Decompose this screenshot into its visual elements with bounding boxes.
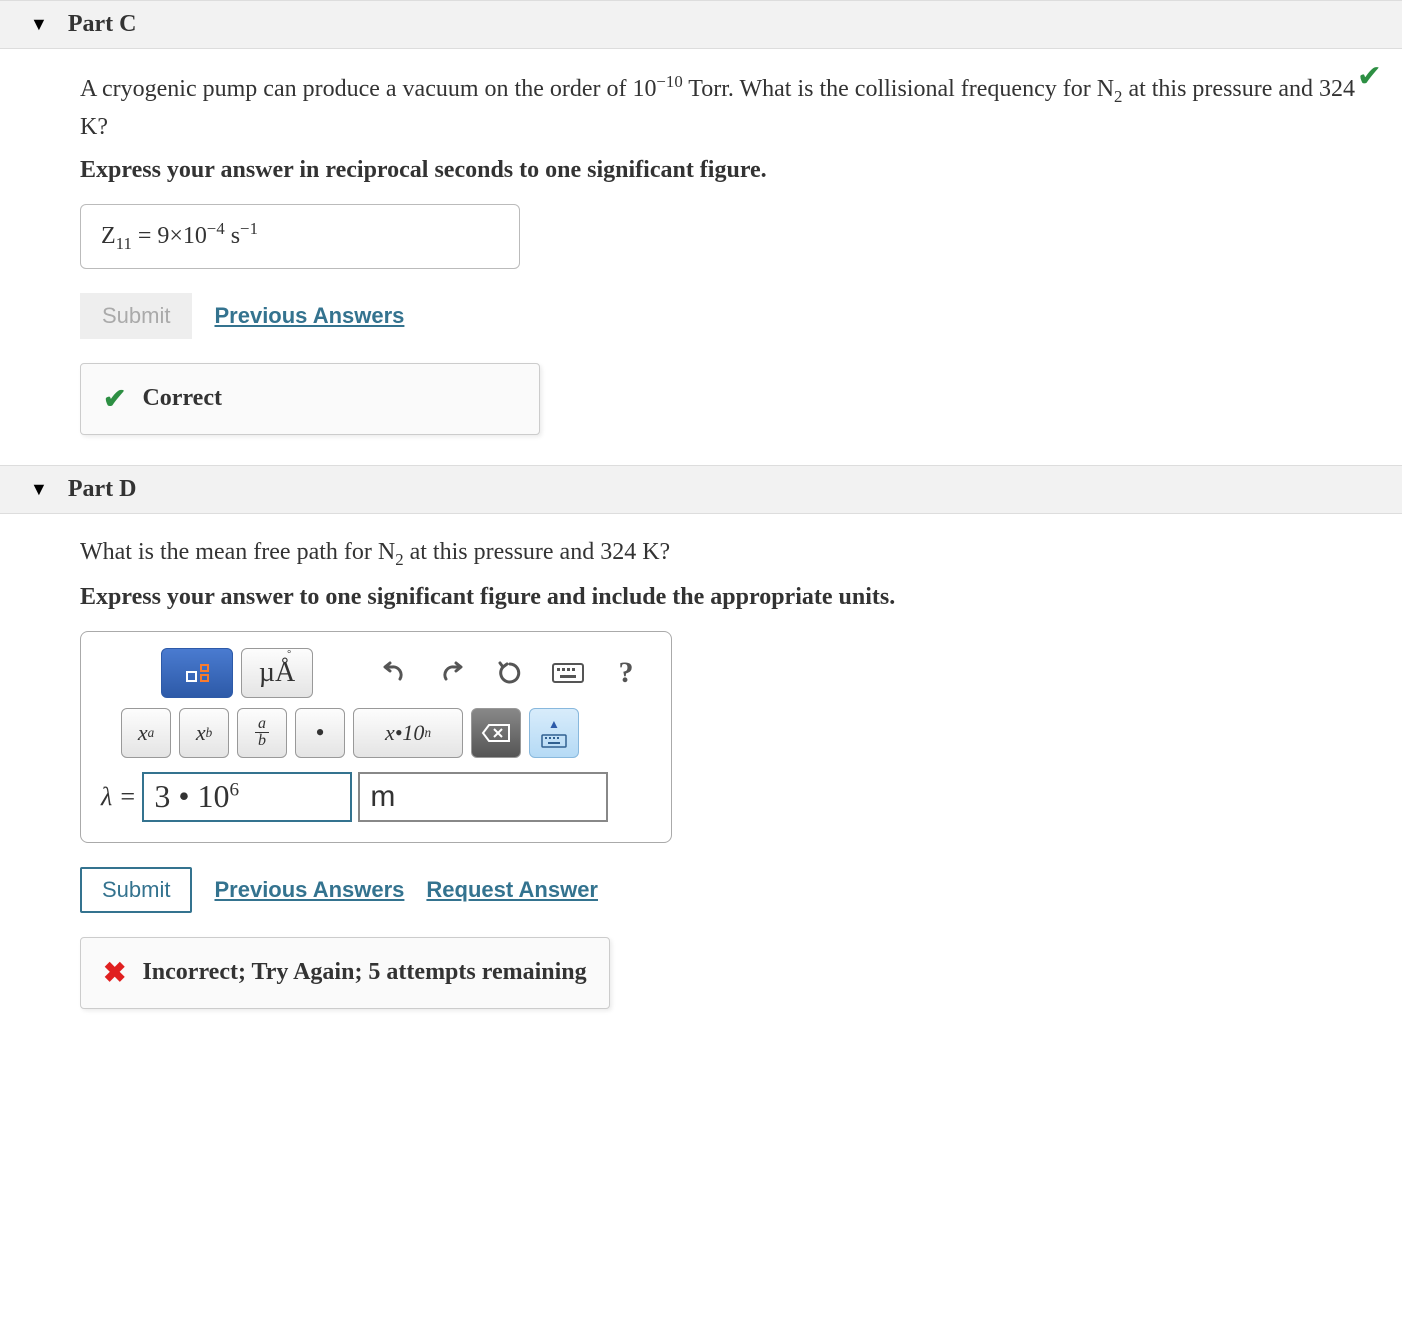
part-d-body: What is the mean free path for N2 at thi… [0, 514, 1402, 1039]
scientific-notation-button[interactable]: x•10n [353, 708, 463, 758]
units-button[interactable]: µÅ° [241, 648, 313, 698]
part-d-instruction: Express your answer to one significant f… [80, 584, 1382, 611]
variable-label: λ = [101, 782, 136, 812]
toolbar-row-1: µÅ° ? [161, 648, 651, 698]
keyboard-button[interactable] [543, 648, 593, 698]
equation-editor: µÅ° ? xa xb ab [80, 631, 672, 843]
help-button[interactable]: ? [601, 648, 651, 698]
previous-answers-link[interactable]: Previous Answers [214, 303, 404, 329]
answer-input-row: λ = 3 • 106 m [101, 772, 651, 822]
part-d-question: What is the mean free path for N2 at thi… [80, 534, 1382, 572]
value-input[interactable]: 3 • 106 [142, 772, 352, 822]
undo-button[interactable] [369, 648, 419, 698]
submit-button[interactable]: Submit [80, 867, 192, 913]
reset-button[interactable] [485, 648, 535, 698]
subscript-button[interactable]: xb [179, 708, 229, 758]
keyboard-toggle-button[interactable]: ▲ [529, 708, 579, 758]
feedback-message: Correct [142, 385, 222, 412]
part-d-feedback: ✖ Incorrect; Try Again; 5 attempts remai… [80, 937, 610, 1009]
toolbar-row-2: xa xb ab • x•10n ▲ [121, 708, 651, 758]
part-c-question: A cryogenic pump can produce a vacuum on… [80, 69, 1382, 145]
fraction-button[interactable]: ab [237, 708, 287, 758]
redo-button[interactable] [427, 648, 477, 698]
request-answer-link[interactable]: Request Answer [426, 877, 598, 903]
superscript-button[interactable]: xa [121, 708, 171, 758]
caret-down-icon: ▼ [30, 14, 48, 35]
part-c-instruction: Express your answer in reciprocal second… [80, 157, 1382, 184]
feedback-message: Incorrect; Try Again; 5 attempts remaini… [142, 959, 586, 986]
part-d-title: Part D [68, 476, 137, 503]
previous-answers-link[interactable]: Previous Answers [214, 877, 404, 903]
templates-button[interactable] [161, 648, 233, 698]
submit-button: Submit [80, 293, 192, 339]
part-d-header[interactable]: ▼ Part D [0, 465, 1402, 514]
part-c-feedback: ✔ Correct [80, 363, 540, 435]
part-c-title: Part C [68, 11, 137, 38]
check-icon: ✔ [103, 382, 126, 416]
x-icon: ✖ [103, 956, 126, 990]
dot-button[interactable]: • [295, 708, 345, 758]
part-c-answer-box: Z11 = 9×10−4 s−1 [80, 204, 520, 269]
check-icon: ✔ [1357, 59, 1382, 94]
caret-down-icon: ▼ [30, 479, 48, 500]
backspace-button[interactable] [471, 708, 521, 758]
part-c-body: A cryogenic pump can produce a vacuum on… [0, 49, 1402, 465]
part-c-header[interactable]: ▼ Part C [0, 0, 1402, 49]
unit-input[interactable]: m [358, 772, 608, 822]
